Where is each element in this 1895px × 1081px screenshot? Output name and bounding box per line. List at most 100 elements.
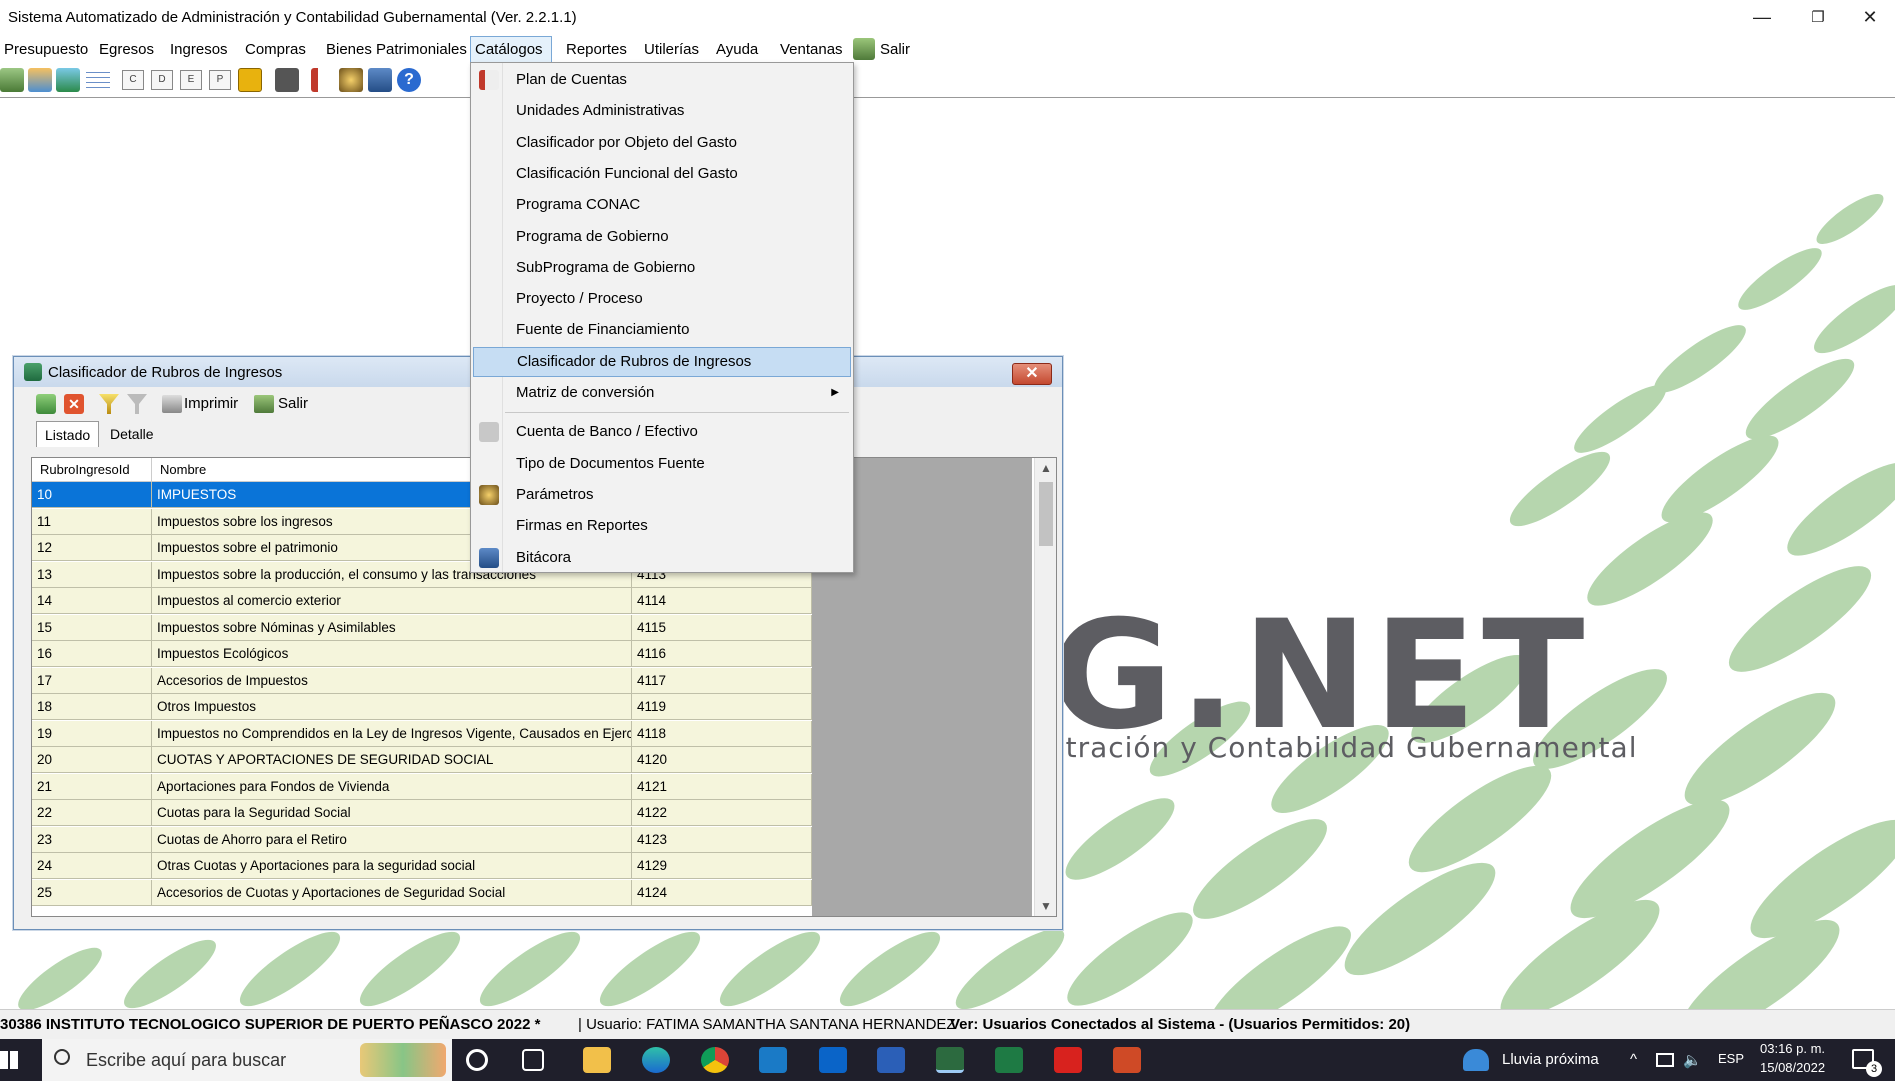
tree-icon[interactable] (311, 68, 335, 92)
table-row[interactable]: 18 Otros Impuestos 4119 (32, 694, 812, 720)
chrome-icon[interactable] (701, 1047, 729, 1073)
letter-p-button[interactable]: P (209, 70, 231, 90)
scroll-down-icon[interactable]: ▼ (1035, 896, 1056, 916)
cell-code[interactable]: 4117 (632, 667, 812, 694)
dropdown-item[interactable]: Unidades Administrativas (473, 96, 851, 126)
menu-catalogos[interactable]: Catálogos (470, 36, 552, 64)
minimize-button[interactable]: — (1734, 0, 1790, 34)
cell-nombre[interactable]: Accesorios de Impuestos (152, 667, 632, 694)
cell-code[interactable]: 4120 (632, 747, 812, 773)
menu-utilerias[interactable]: Utilerías (640, 39, 703, 61)
menu-ayuda[interactable]: Ayuda (712, 39, 762, 61)
menu-ventanas[interactable]: Ventanas (776, 39, 847, 61)
cell-nombre[interactable]: Impuestos no Comprendidos en la Ley de I… (152, 720, 632, 747)
tab-listado[interactable]: Listado (36, 421, 100, 447)
file-explorer-icon[interactable] (583, 1047, 611, 1073)
menu-ingresos[interactable]: Ingresos (166, 39, 232, 61)
dropdown-item[interactable]: Plan de Cuentas (473, 65, 851, 95)
table-row[interactable]: 24 Otras Cuotas y Aportaciones para la se… (32, 853, 812, 879)
dropdown-item[interactable]: Parámetros (473, 480, 851, 510)
edge-icon[interactable] (642, 1047, 670, 1073)
cell-rubro-id[interactable]: 21 (32, 773, 152, 800)
refresh-icon[interactable] (36, 394, 56, 414)
excel-icon[interactable] (995, 1047, 1023, 1073)
table-row[interactable]: 16 Impuestos Ecológicos 4116 (32, 641, 812, 667)
menu-reportes[interactable]: Reportes (562, 39, 631, 61)
maximize-button[interactable]: ❐ (1790, 0, 1846, 34)
scroll-thumb[interactable] (1039, 482, 1053, 546)
cell-rubro-id[interactable]: 22 (32, 800, 152, 826)
cell-code[interactable]: 4114 (632, 588, 812, 614)
cell-rubro-id[interactable]: 10 (32, 482, 152, 508)
cell-nombre[interactable]: Impuestos Ecológicos (152, 641, 632, 667)
exit-button[interactable]: Salir (278, 393, 308, 415)
cell-rubro-id[interactable]: 15 (32, 614, 152, 641)
table-row[interactable]: 15 Impuestos sobre Nóminas y Asimilables 4… (32, 614, 812, 641)
dropdown-item[interactable]: Proyecto / Proceso (473, 284, 851, 314)
grid-scrollbar[interactable]: ▲ ▼ (1034, 458, 1056, 916)
task-view-icon[interactable] (522, 1049, 544, 1071)
child-close-button[interactable]: ✕ (1012, 363, 1052, 385)
cell-nombre[interactable]: CUOTAS Y APORTACIONES DE SEGURIDAD SOCIA… (152, 747, 632, 773)
cell-code[interactable]: 4119 (632, 694, 812, 720)
word-icon[interactable] (877, 1047, 905, 1073)
dropdown-item[interactable]: Tipo de Documentos Fuente (473, 449, 851, 479)
tab-detalle[interactable]: Detalle (102, 421, 162, 447)
cell-rubro-id[interactable]: 18 (32, 694, 152, 720)
cell-rubro-id[interactable]: 19 (32, 720, 152, 747)
gear-tool-icon[interactable] (339, 68, 363, 92)
green-tool-icon[interactable] (0, 68, 24, 92)
sacg-app-icon[interactable] (936, 1047, 964, 1073)
menu-egresos[interactable]: Egresos (95, 39, 158, 61)
menu-presupuesto[interactable]: Presupuesto (0, 39, 92, 61)
clipboard-icon[interactable] (275, 68, 299, 92)
cell-rubro-id[interactable]: 13 (32, 561, 152, 588)
cell-nombre[interactable]: Otras Cuotas y Aportaciones para la segu… (152, 853, 632, 879)
letter-d-button[interactable]: D (151, 70, 173, 90)
cell-code[interactable]: 4115 (632, 614, 812, 641)
help-icon[interactable]: ? (397, 68, 421, 92)
cell-nombre[interactable]: Impuestos sobre Nóminas y Asimilables (152, 614, 632, 641)
table-row[interactable]: 20 CUOTAS Y APORTACIONES DE SEGURIDAD SOC… (32, 747, 812, 773)
dropdown-item[interactable]: Bitácora (473, 543, 851, 573)
dropdown-item[interactable]: SubPrograma de Gobierno (473, 253, 851, 283)
table-row[interactable]: 23 Cuotas de Ahorro para el Retiro 4123 (32, 826, 812, 853)
tray-chevron-icon[interactable]: ^ (1630, 1051, 1637, 1068)
taskbar-search[interactable]: Escribe aquí para buscar (42, 1039, 452, 1081)
letter-e-button[interactable]: E (180, 70, 202, 90)
check-tool-icon[interactable] (56, 68, 80, 92)
app-blue-icon[interactable] (759, 1047, 787, 1073)
cell-code[interactable]: 4124 (632, 879, 812, 906)
dropdown-item[interactable]: Cuenta de Banco / Efectivo (473, 417, 851, 447)
language-indicator[interactable]: ESP (1718, 1051, 1744, 1066)
dropdown-item[interactable]: Clasificador de Rubros de Ingresos (473, 346, 851, 377)
cell-rubro-id[interactable]: 17 (32, 667, 152, 694)
filter-icon[interactable] (99, 394, 119, 414)
clock-time[interactable]: 03:16 p. m. (1760, 1041, 1825, 1056)
menu-salir[interactable]: Salir (876, 39, 914, 61)
network-icon[interactable] (1656, 1053, 1674, 1067)
calculator-icon[interactable] (368, 68, 392, 92)
cell-code[interactable]: 4116 (632, 641, 812, 667)
cortana-icon[interactable] (466, 1049, 488, 1071)
cell-rubro-id[interactable]: 11 (32, 508, 152, 535)
table-row[interactable]: 19 Impuestos no Comprendidos en la Ley de… (32, 720, 812, 747)
cell-nombre[interactable]: Impuestos al comercio exterior (152, 588, 632, 614)
cell-code[interactable]: 4121 (632, 773, 812, 800)
scroll-up-icon[interactable]: ▲ (1035, 458, 1056, 478)
acrobat-icon[interactable] (1054, 1047, 1082, 1073)
dropdown-item[interactable]: Fuente de Financiamiento (473, 315, 851, 345)
windows-start-icon[interactable] (0, 1051, 18, 1069)
outlook-icon[interactable] (819, 1047, 847, 1073)
cell-rubro-id[interactable]: 25 (32, 879, 152, 906)
volume-icon[interactable]: 🔈 (1683, 1051, 1702, 1069)
yellow-tool-icon[interactable] (238, 68, 262, 92)
menu-bienes-patrimoniales[interactable]: Bienes Patrimoniales (322, 39, 471, 61)
cell-nombre[interactable]: Otros Impuestos (152, 694, 632, 720)
close-button[interactable]: ✕ (1842, 0, 1895, 34)
weather-text[interactable]: Lluvia próxima (1502, 1051, 1599, 1068)
cell-rubro-id[interactable]: 16 (32, 641, 152, 667)
cell-nombre[interactable]: Accesorios de Cuotas y Aportaciones de S… (152, 879, 632, 906)
cell-code[interactable]: 4123 (632, 826, 812, 853)
table-row[interactable]: 21 Aportaciones para Fondos de Vivienda 41… (32, 773, 812, 800)
